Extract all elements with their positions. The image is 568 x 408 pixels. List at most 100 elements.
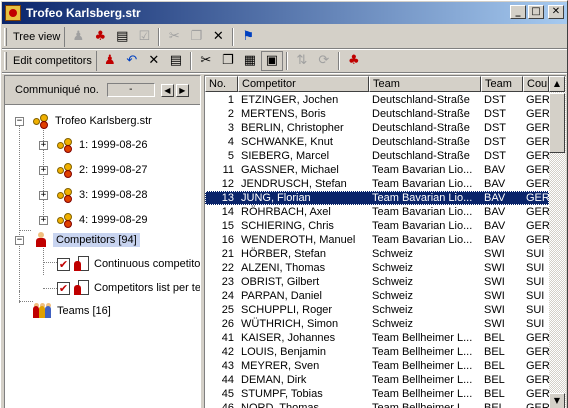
new-competitor-icon[interactable]: ♟ [67,27,89,47]
tree-node-day-1[interactable]: 1: 1999-08-26 [57,136,148,154]
cell-team-code: BEL [484,402,505,408]
flag-icon[interactable]: ⚑ [237,27,259,47]
properties-icon[interactable]: ▤ [111,27,133,47]
app-icon[interactable] [5,5,21,21]
tree-view-label: Tree view [9,26,66,47]
cell-team-code: DST [484,122,506,134]
cell-competitor: SCHIERING, Chris [241,220,334,232]
report-icon [74,256,90,272]
tree-expand-day-4[interactable]: + [39,216,48,225]
cell-team-code: BEL [484,360,505,372]
communique-prev-button[interactable]: ◀ [160,83,174,97]
cell-no: 12 [221,178,234,190]
cell-competitor: SIEBERG, Marcel [241,150,330,162]
cell-no: 42 [221,346,234,358]
teams-icon[interactable]: ♣ [343,51,365,71]
table-row[interactable]: 41 KAISER, Johannes Team Bellheimer L... BE… [205,331,549,345]
table-row[interactable]: 23 OBRIST, Gilbert Schweiz SWI SUI [205,275,549,289]
cut-competitor-icon[interactable]: ✂ [195,51,217,71]
cell-competitor: NORD, Thomas [241,402,320,408]
tree-node-label: 4: 1999-08-29 [79,214,148,226]
tree-node-competitors-per-team[interactable]: ✔ Competitors list per team [57,279,200,297]
tree-collapse-root[interactable]: − [15,117,24,126]
vertical-scrollbar[interactable]: ▲ ▼ [549,76,566,408]
cell-team: Team Bellheimer L... [372,332,473,344]
group-icon [57,162,75,178]
team-icon[interactable]: ♣ [89,27,111,47]
paste-icon[interactable]: ▦ [239,51,261,71]
cell-team: Deutschland-Straße [372,108,470,120]
cell-team-code: DST [484,136,506,148]
delete-icon[interactable]: ✕ [207,27,229,47]
report-checkbox[interactable]: ✔ [57,281,70,295]
teams-icon [33,303,53,319]
undo-icon[interactable]: ↶ [121,51,143,71]
communique-number-field[interactable]: - [106,83,155,97]
table-row[interactable]: 5 SIEBERG, Marcel Deutschland-Straße DST GER [205,149,549,163]
column-header-no[interactable]: No. [205,76,238,92]
table-row[interactable]: 15 SCHIERING, Chris Team Bavarian Lio... BA… [205,219,549,233]
table-row[interactable]: 16 WENDEROTH, Manuel Team Bavarian Lio... B… [205,233,549,247]
toolbar-grip[interactable] [4,27,7,46]
table-row[interactable]: 45 STUMPF, Tobias Team Bellheimer L... BEL G… [205,387,549,401]
column-header-country[interactable]: Cou [523,76,549,92]
table-row[interactable]: 13 JUNG, Florian Team Bavarian Lio... BAV GE… [205,191,549,205]
table-row[interactable]: 12 JENDRUSCH, Stefan Team Bavarian Lio... B… [205,177,549,191]
delete-competitor-icon[interactable]: ✕ [143,51,165,71]
table-row[interactable]: 1 ETZINGER, Jochen Deutschland-Straße DST GE… [205,93,549,107]
table-row[interactable]: 43 MEYRER, Sven Team Bellheimer L... BEL GER [205,359,549,373]
tree-node-day-4[interactable]: 4: 1999-08-29 [57,211,148,229]
table-row[interactable]: 22 ALZENI, Thomas Schweiz SWI SUI [205,261,549,275]
tree-node-competitors[interactable]: Competitors [94] [33,231,140,249]
tree-node-teams[interactable]: Teams [16] [33,302,111,320]
copy-competitor-icon[interactable]: ❐ [217,51,239,71]
toolbar-grip[interactable] [4,51,7,70]
tree-node-continuous-competitors[interactable]: ✔ Continuous competitors [57,255,200,273]
tree-node-root[interactable]: Trofeo Karlsberg.str [33,112,152,130]
tree-collapse-competitors[interactable]: − [15,236,24,245]
table-row[interactable]: 11 GASSNER, Michael Team Bavarian Lio... BA… [205,163,549,177]
title-bar[interactable]: Trofeo Karlsberg.str _ □ ✕ [2,2,567,24]
table-row[interactable]: 24 PARPAN, Daniel Schweiz SWI SUI [205,289,549,303]
cut-icon[interactable]: ✂ [163,27,185,47]
table-row[interactable]: 21 HÖRBER, Stefan Schweiz SWI SUI [205,247,549,261]
sort-icon[interactable]: ⇅ [291,51,313,71]
table-row[interactable]: 46 NORD, Thomas Team Bellheimer L... BEL GER [205,401,549,408]
cell-no: 45 [221,388,234,400]
scroll-thumb[interactable] [549,93,565,153]
table-row[interactable]: 26 WÜTHRICH, Simon Schweiz SWI SUI [205,317,549,331]
maximize-button[interactable]: □ [528,5,544,19]
refresh-icon[interactable]: ⟳ [313,51,335,71]
copy-icon[interactable]: ❐ [185,27,207,47]
table-row[interactable]: 2 MERTENS, Boris Deutschland-Straße DST GER [205,107,549,121]
column-header-competitor[interactable]: Competitor [238,76,369,92]
cell-country: GER [526,136,549,148]
tree-expand-day-3[interactable]: + [39,191,48,200]
grid-view-icon[interactable]: ▣ [260,50,283,71]
table-row[interactable]: 14 RÖHRBACH, Axel Team Bavarian Lio... BAV G… [205,205,549,219]
column-header-team[interactable]: Team [369,76,481,92]
report-checkbox[interactable]: ✔ [57,257,70,271]
close-button[interactable]: ✕ [548,5,564,19]
table-row[interactable]: 25 SCHUPPLI, Roger Schweiz SWI SUI [205,303,549,317]
tree-node-day-2[interactable]: 2: 1999-08-27 [57,161,148,179]
competitor-properties-icon[interactable]: ▤ [165,51,187,71]
communique-next-button[interactable]: ▶ [175,83,189,97]
check-icon[interactable]: ☑ [133,27,155,47]
cell-country: GER [526,220,549,232]
table-row[interactable]: 3 BERLIN, Christopher Deutschland-Straße DS… [205,121,549,135]
tree-expand-day-1[interactable]: + [39,141,48,150]
tree-expand-day-2[interactable]: + [39,166,48,175]
cell-country: GER [526,108,549,120]
scroll-up-button[interactable]: ▲ [549,76,565,92]
column-header-team-code[interactable]: Team [481,76,523,92]
tree-node-day-3[interactable]: 3: 1999-08-28 [57,186,148,204]
cell-no: 22 [221,262,234,274]
scroll-down-button[interactable]: ▼ [549,393,565,408]
minimize-button[interactable]: _ [510,5,526,19]
table-row[interactable]: 4 SCHWANKE, Knut Deutschland-Straße DST GER [205,135,549,149]
add-competitor-icon[interactable]: ♟ [99,51,121,71]
table-row[interactable]: 42 LOUIS, Benjamin Team Bellheimer L... BEL… [205,345,549,359]
table-row[interactable]: 44 DEMAN, Dirk Team Bellheimer L... BEL GER [205,373,549,387]
edit-competitors-toolbar: Edit competitors ♟ ↶ ✕ ▤ ✂ ❐ ▦ ▣ ⇅ ⟳ ♣ [2,49,567,73]
